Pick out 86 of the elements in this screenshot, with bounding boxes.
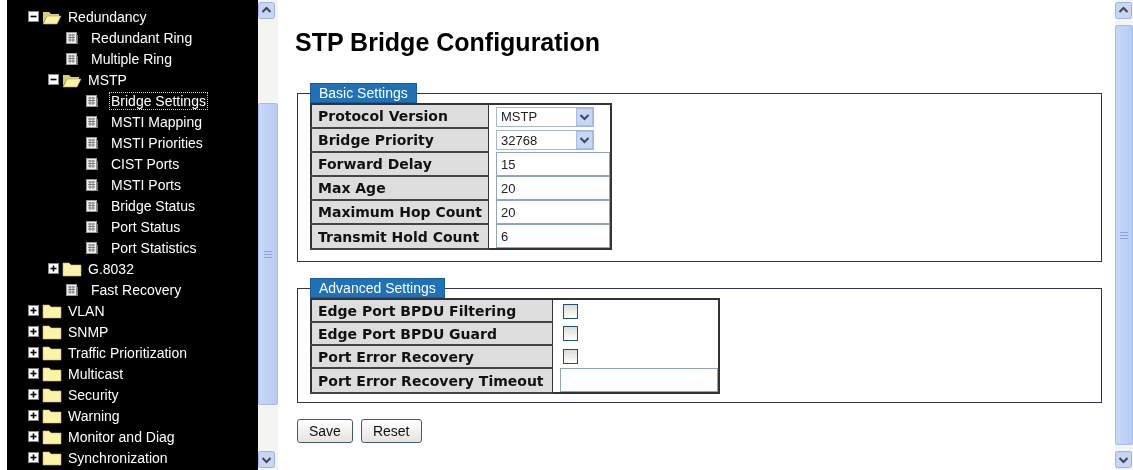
tree-item[interactable]: MSTP	[86, 70, 129, 89]
scroll-up-icon[interactable]	[1115, 2, 1132, 19]
collapse-icon[interactable]	[28, 11, 39, 22]
document-icon	[85, 240, 99, 255]
document-icon	[65, 51, 79, 66]
expand-icon[interactable]	[28, 410, 39, 421]
field-label: Transmit Hold Count	[311, 224, 489, 249]
dropdown[interactable]: 32768	[496, 130, 594, 150]
field-label: Maximum Hop Count	[311, 200, 489, 224]
checkbox[interactable]	[563, 303, 578, 319]
document-icon	[85, 93, 99, 108]
tree-item[interactable]: Traffic Prioritization	[66, 343, 190, 362]
expand-icon[interactable]	[48, 263, 59, 274]
tree-item[interactable]: Fast Recovery	[89, 280, 184, 299]
folder-icon	[42, 344, 62, 361]
tree-item[interactable]: MSTI Ports	[109, 175, 183, 194]
checkbox[interactable]	[563, 349, 578, 364]
folder-icon	[42, 386, 62, 403]
expand-icon[interactable]	[28, 431, 39, 442]
page-title: STP Bridge Configuration	[295, 28, 602, 57]
tree-item[interactable]: Redundant Ring	[89, 28, 195, 47]
document-icon	[85, 177, 99, 192]
folder-icon	[42, 407, 62, 424]
tree-item[interactable]: Multicast	[66, 364, 126, 383]
expand-icon[interactable]	[28, 326, 39, 337]
sidebar-scrollbar[interactable]	[258, 0, 278, 470]
folder-icon	[42, 365, 62, 382]
scroll-down-icon[interactable]	[258, 451, 275, 468]
input-field[interactable]: 20	[496, 200, 610, 224]
tree-item[interactable]: Bridge Status	[109, 196, 198, 215]
expand-icon[interactable]	[28, 305, 39, 316]
field-label: Bridge Priority	[311, 128, 489, 152]
collapse-icon[interactable]	[48, 74, 59, 85]
tree-item[interactable]: CIST Ports	[109, 154, 182, 173]
document-icon	[85, 135, 99, 150]
tree-item[interactable]: Port Status	[109, 217, 183, 236]
tree-item[interactable]: Synchronization	[66, 448, 170, 467]
checkbox[interactable]	[563, 326, 578, 341]
group-legend: Basic Settings	[310, 83, 417, 103]
field-label: Max Age	[311, 176, 489, 200]
scroll-thumb[interactable]	[258, 103, 278, 405]
field-label: Port Error Recovery Timeout	[311, 368, 553, 393]
expand-icon[interactable]	[28, 452, 39, 463]
document-icon	[85, 198, 99, 213]
tree-item[interactable]: SNMP	[66, 322, 111, 341]
tree-item[interactable]: Port Statistics	[109, 238, 199, 257]
scroll-up-icon[interactable]	[258, 2, 275, 19]
field-label: Edge Port BPDU Filtering	[311, 299, 553, 322]
folder-icon	[42, 302, 62, 319]
grip-icon	[264, 250, 272, 258]
expand-icon[interactable]	[28, 347, 39, 358]
tree-item[interactable]: Warning	[66, 406, 122, 425]
tree-item[interactable]: Monitor and Diag	[66, 427, 177, 446]
document-icon	[85, 114, 99, 129]
tree-item[interactable]: Bridge Settings	[109, 91, 208, 110]
scroll-down-icon[interactable]	[1115, 451, 1132, 468]
expand-icon[interactable]	[28, 389, 39, 400]
field-label: Protocol Version	[311, 104, 489, 128]
folder-icon	[42, 323, 62, 340]
document-icon	[65, 282, 79, 297]
input-field[interactable]: 6	[496, 224, 610, 248]
tree-item[interactable]: G.8032	[86, 259, 136, 278]
dropdown[interactable]: MSTP	[496, 106, 594, 127]
tree-item[interactable]: Redundancy	[66, 7, 149, 26]
document-icon	[85, 219, 99, 234]
group-legend: Advanced Settings	[310, 278, 445, 298]
input-field[interactable]	[560, 368, 718, 392]
folder-icon	[42, 428, 62, 445]
tree-item[interactable]: MSTI Mapping	[109, 112, 205, 131]
folder-icon	[62, 260, 82, 277]
document-icon	[85, 156, 99, 171]
field-label: Edge Port BPDU Guard	[311, 322, 553, 345]
folder-icon	[42, 449, 62, 466]
tree-item[interactable]: MSTI Priorities	[109, 133, 205, 152]
document-icon	[65, 30, 79, 45]
form-button[interactable]: Reset	[360, 419, 422, 443]
input-field[interactable]: 15	[496, 152, 610, 176]
grip-icon	[1120, 231, 1128, 239]
expand-icon[interactable]	[28, 368, 39, 379]
tree-item[interactable]: VLAN	[66, 301, 107, 320]
tree-item[interactable]: Security	[66, 385, 121, 404]
field-label: Forward Delay	[311, 152, 489, 176]
tree-item[interactable]: Multiple Ring	[89, 49, 174, 68]
form-button[interactable]: Save	[297, 419, 353, 443]
input-field[interactable]: 20	[496, 176, 610, 200]
field-label: Port Error Recovery	[311, 345, 553, 368]
